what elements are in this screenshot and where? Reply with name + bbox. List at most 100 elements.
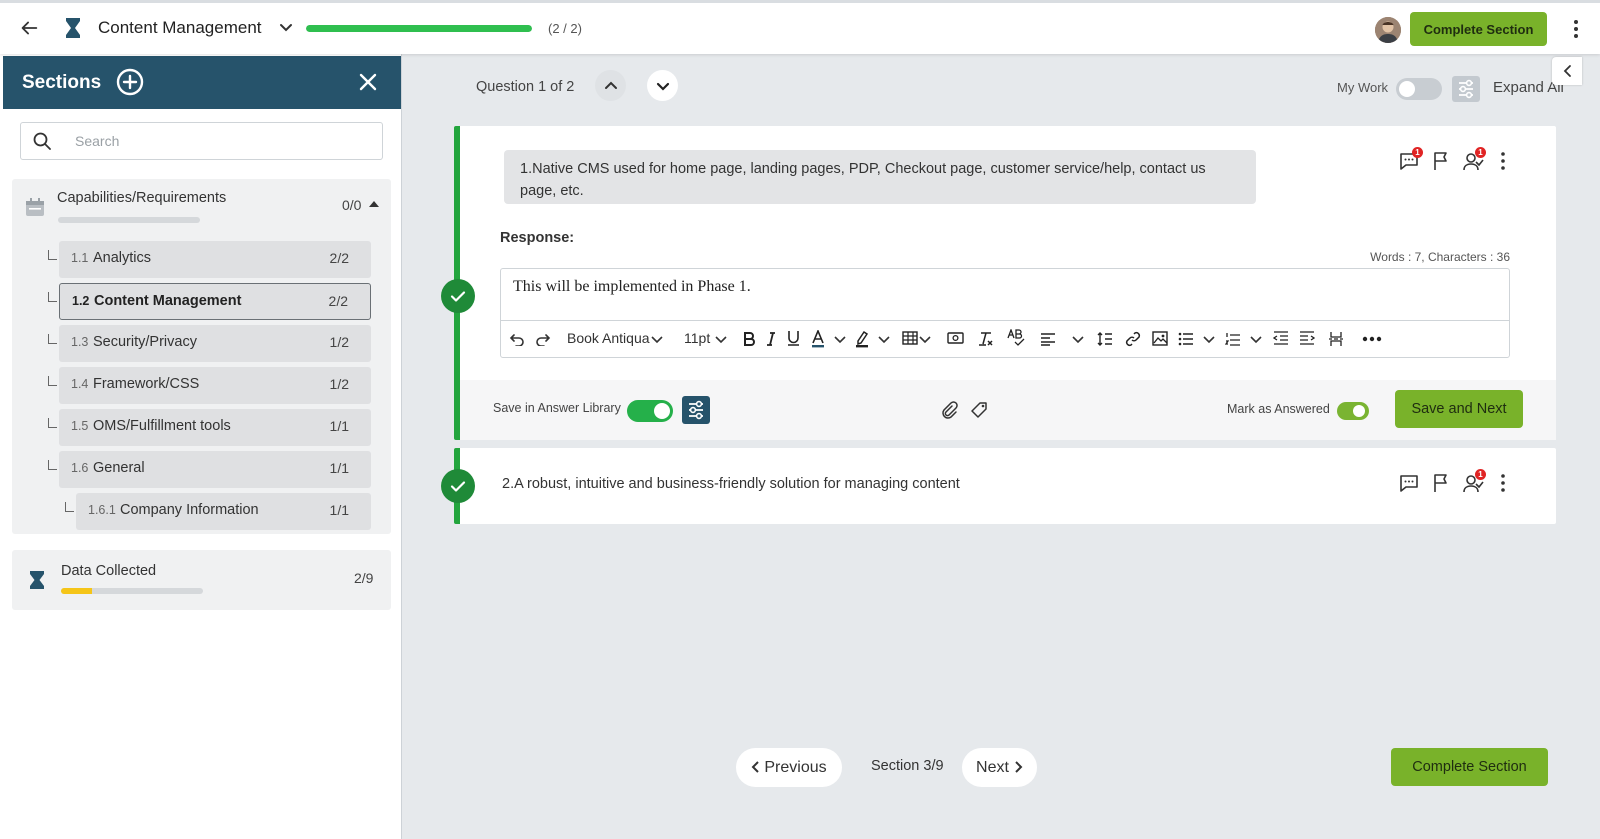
sidebar-header: Sections — [3, 56, 401, 109]
child-arrow-icon — [48, 250, 57, 260]
image-icon[interactable] — [1152, 331, 1168, 346]
line-height-icon[interactable] — [1097, 331, 1113, 347]
group-progress-bar — [58, 217, 200, 223]
close-icon[interactable] — [359, 73, 377, 91]
bold-icon[interactable] — [743, 331, 755, 347]
chevron-down-icon[interactable] — [1250, 335, 1262, 345]
sidebar-item-security-privacy[interactable]: 1.3 Security/Privacy 1/2 — [59, 325, 371, 362]
previous-section-button[interactable]: Previous — [736, 748, 842, 787]
item-number: 1.6.1 — [88, 503, 116, 517]
response-text[interactable]: This will be implemented in Phase 1. — [513, 278, 751, 296]
page-break-icon[interactable] — [1328, 331, 1344, 347]
avatar[interactable] — [1375, 17, 1401, 43]
chevron-down-icon[interactable] — [651, 335, 663, 345]
flag-icon[interactable] — [1430, 150, 1452, 172]
library-settings-button[interactable] — [682, 396, 710, 424]
font-size-select[interactable]: 11pt — [684, 330, 710, 346]
complete-section-button[interactable]: Complete Section — [1410, 12, 1547, 46]
add-section-icon[interactable] — [116, 68, 144, 96]
sidebar-item-company-information[interactable]: 1.6.1 Company Information 1/1 — [76, 493, 371, 530]
question-actions: 1 1 — [1398, 147, 1538, 174]
chevron-down-icon[interactable] — [878, 335, 890, 345]
item-label: Company Information — [120, 502, 259, 518]
complete-section-bottom-button[interactable]: Complete Section — [1391, 748, 1548, 786]
flag-icon[interactable] — [1430, 472, 1452, 494]
assign-badge: 1 — [1475, 469, 1486, 480]
chevron-down-icon[interactable] — [1072, 335, 1084, 345]
section-progress-count: (2 / 2) — [548, 21, 582, 36]
undo-icon[interactable] — [509, 332, 525, 346]
mark-answered-label: Mark as Answered — [1227, 402, 1330, 416]
child-arrow-icon — [48, 376, 57, 386]
sidebar-title: Sections — [22, 72, 102, 93]
collapse-caret-icon[interactable] — [369, 201, 379, 207]
child-arrow-icon — [48, 418, 57, 428]
text-color-icon[interactable] — [811, 330, 825, 348]
chevron-down-icon[interactable] — [834, 335, 846, 345]
table-icon[interactable] — [902, 331, 918, 345]
save-library-toggle[interactable] — [627, 400, 673, 422]
response-label: Response: — [500, 230, 575, 246]
back-arrow-icon[interactable] — [18, 17, 40, 39]
font-family-select[interactable]: Book Antiqua — [567, 330, 650, 346]
more-options-icon[interactable] — [1492, 150, 1514, 172]
next-question-button[interactable] — [647, 70, 678, 101]
redo-icon[interactable] — [535, 332, 551, 346]
item-number: 1.3 — [71, 335, 89, 349]
sidebar-item-analytics[interactable]: 1.1 Analytics 2/2 — [59, 241, 371, 278]
question-box: 1.Native CMS used for home page, landing… — [504, 150, 1256, 204]
question-actions: 1 — [1398, 469, 1538, 496]
chevron-down-icon[interactable] — [715, 335, 727, 345]
group-progress-bar — [61, 588, 203, 594]
indent-icon[interactable] — [1299, 331, 1315, 345]
question-card-2[interactable]: 2.A robust, intuitive and business-frien… — [441, 448, 1556, 524]
previous-question-button[interactable] — [595, 70, 626, 101]
outdent-icon[interactable] — [1273, 331, 1289, 345]
collapse-panel-tab[interactable] — [1552, 57, 1582, 85]
sidebar-item-content-management[interactable]: 1.2 Content Management 2/2 — [59, 283, 371, 320]
more-tools-icon[interactable] — [1362, 336, 1382, 342]
item-label: Analytics — [93, 250, 152, 266]
item-label: OMS/Fulfillment tools — [93, 418, 231, 434]
my-work-toggle[interactable] — [1396, 78, 1442, 100]
item-number: 1.2 — [72, 294, 90, 308]
section-indicator: Section 3/9 — [871, 758, 944, 774]
group-count: 0/0 — [342, 197, 362, 213]
underline-icon[interactable] — [787, 330, 800, 347]
tag-icon[interactable] — [971, 401, 989, 419]
comment-icon[interactable] — [1398, 472, 1420, 494]
spellcheck-icon[interactable] — [1007, 329, 1025, 347]
group-data-collected[interactable]: Data Collected 2/9 — [12, 550, 391, 610]
group-capabilities[interactable]: Capabilities/Requirements 0/0 1.1 Analyt… — [12, 179, 391, 534]
item-count: 1/1 — [329, 460, 349, 476]
chevron-down-icon[interactable] — [278, 20, 294, 36]
clear-formatting-icon[interactable] — [978, 331, 993, 347]
question-nav-label: Question 1 of 2 — [476, 79, 575, 95]
filter-settings-button[interactable] — [1452, 76, 1480, 102]
question-text: 2.A robust, intuitive and business-frien… — [502, 476, 960, 492]
chevron-right-icon — [1015, 760, 1023, 773]
italic-icon[interactable] — [766, 331, 776, 347]
align-left-icon[interactable] — [1040, 332, 1056, 346]
embed-icon[interactable] — [947, 331, 964, 345]
sidebar-item-framework-css[interactable]: 1.4 Framework/CSS 1/2 — [59, 367, 371, 404]
answered-check-icon — [441, 279, 475, 313]
response-editor[interactable]: This will be implemented in Phase 1. Boo… — [500, 268, 1510, 358]
sidebar-item-oms-fulfillment[interactable]: 1.5 OMS/Fulfillment tools 1/1 — [59, 409, 371, 446]
chevron-down-icon[interactable] — [1203, 335, 1215, 345]
more-options-icon[interactable] — [1492, 472, 1514, 494]
attachment-icon[interactable] — [940, 401, 958, 419]
mark-answered-toggle[interactable] — [1337, 402, 1369, 420]
search-input[interactable] — [75, 130, 365, 152]
more-options-icon[interactable] — [1568, 18, 1584, 40]
save-and-next-button[interactable]: Save and Next — [1395, 390, 1523, 428]
bullet-list-icon[interactable] — [1178, 332, 1194, 346]
question-footer: Save in Answer Library Mark as Answered … — [460, 380, 1556, 440]
item-number: 1.5 — [71, 419, 89, 433]
numbered-list-icon[interactable] — [1225, 332, 1241, 347]
next-section-button[interactable]: Next — [962, 748, 1037, 787]
chevron-down-icon[interactable] — [919, 335, 931, 345]
sidebar-item-general[interactable]: 1.6 General 1/1 — [59, 451, 371, 488]
highlight-icon[interactable] — [855, 330, 869, 348]
link-icon[interactable] — [1125, 331, 1141, 347]
